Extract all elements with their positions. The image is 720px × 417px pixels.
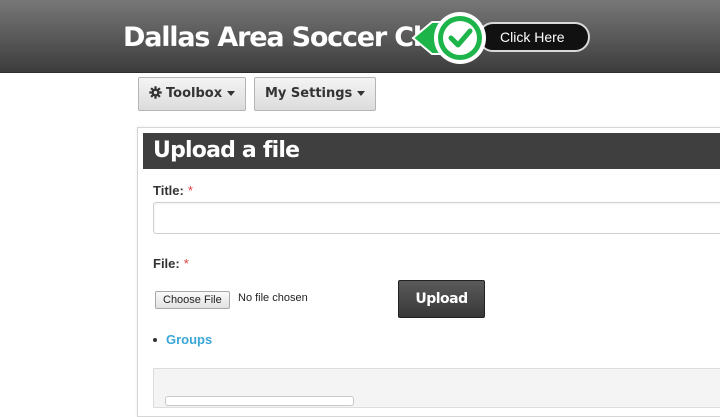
required-marker: * <box>187 183 193 198</box>
file-label-text: File: <box>153 256 180 271</box>
toolbox-button[interactable]: Toolbox <box>138 77 247 111</box>
toolbox-label: Toolbox <box>166 86 223 101</box>
check-icon[interactable] <box>410 10 490 66</box>
chevron-down-icon <box>227 91 236 96</box>
click-here-button[interactable]: Click Here <box>478 22 590 52</box>
groups-select[interactable] <box>165 396 354 406</box>
my-settings-button[interactable]: My Settings <box>254 77 377 111</box>
gear-icon <box>149 86 162 99</box>
site-title: Dallas Area Soccer Club <box>123 22 458 53</box>
chevron-down-icon <box>357 91 366 96</box>
list-bullet <box>153 338 157 342</box>
page-title: Upload a file <box>143 133 720 169</box>
upload-button[interactable]: Upload <box>398 280 485 318</box>
title-label-text: Title: <box>153 183 184 198</box>
title-label: Title: * <box>153 183 193 198</box>
my-settings-label: My Settings <box>265 86 353 101</box>
file-status-text: No file chosen <box>238 292 308 304</box>
claim-badge[interactable]: Click Here <box>410 10 592 66</box>
title-input[interactable] <box>153 202 720 234</box>
site-header: Dallas Area Soccer Club Click Here <box>0 0 720 73</box>
file-label: File: * <box>153 256 189 271</box>
choose-file-button[interactable]: Choose File <box>155 291 230 309</box>
groups-link[interactable]: Groups <box>166 332 212 347</box>
required-marker: * <box>183 256 189 271</box>
